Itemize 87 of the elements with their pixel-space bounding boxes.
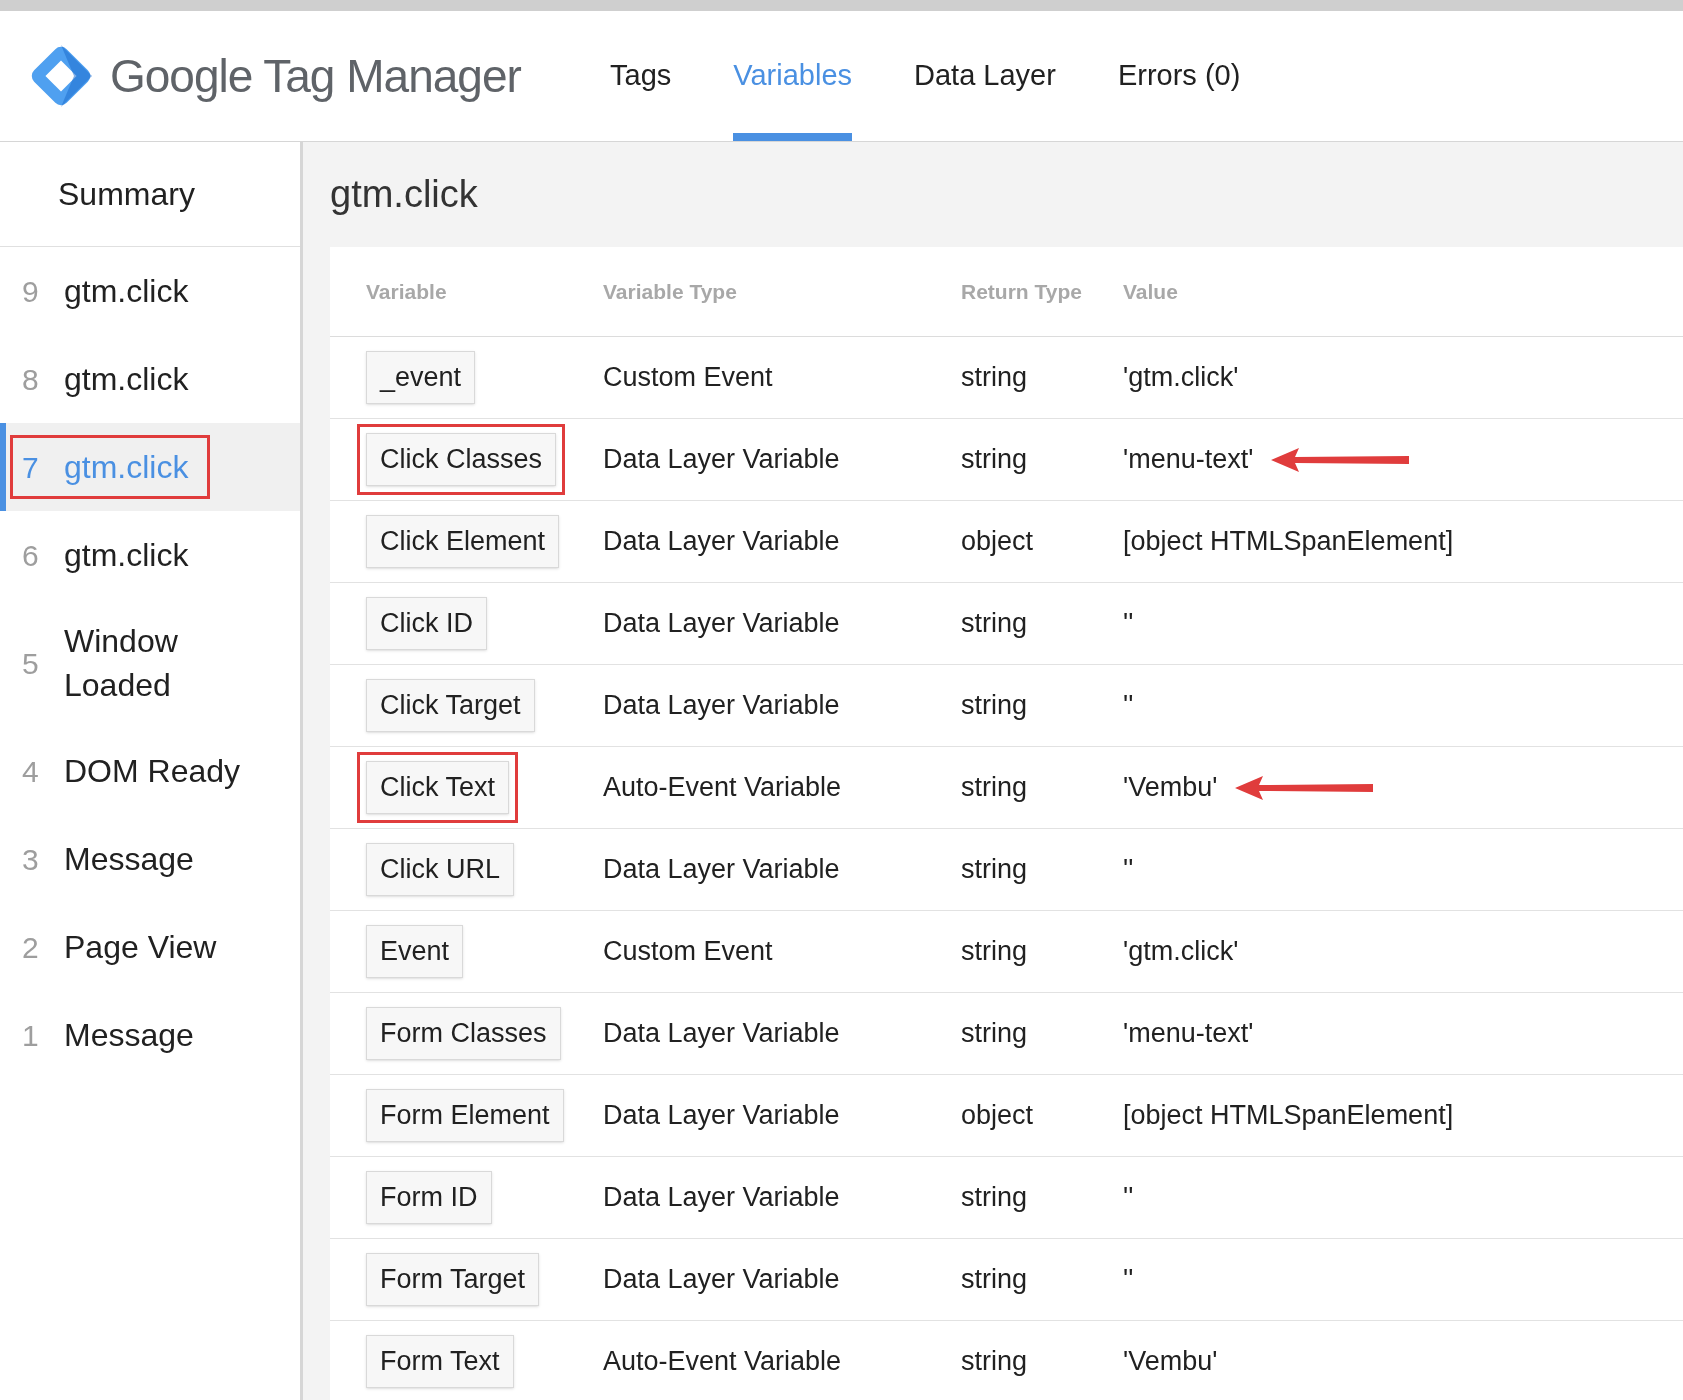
summary-item[interactable]: Summary [0, 142, 300, 247]
event-number: 3 [22, 841, 40, 878]
table-cell-text: Data Layer Variable [603, 607, 841, 641]
event-number: 2 [22, 929, 40, 966]
variable-chip: Click Classes [366, 433, 557, 486]
column-header: Return Type [961, 278, 1083, 305]
table-cell-text: string [961, 1181, 1029, 1215]
table-cell-text: Data Layer Variable [603, 689, 841, 723]
event-label: Window Loaded [64, 622, 179, 705]
table-cell-text: object [961, 525, 1035, 559]
event-label: DOM Ready [64, 752, 241, 791]
nav-tab[interactable]: Data Layer [914, 11, 1056, 141]
table-cell-text: Auto-Event Variable [603, 1345, 843, 1379]
event-number: 8 [22, 361, 40, 398]
event-item[interactable]: 2 Page View [0, 903, 300, 991]
variable-chip: Form Element [366, 1089, 564, 1142]
table-cell-text: Data Layer Variable [603, 1181, 841, 1215]
event-label: Page View [64, 928, 217, 967]
event-label: Message [64, 1016, 194, 1055]
table-cell-text: Custom Event [603, 935, 774, 969]
event-item[interactable]: 1 Message [0, 991, 300, 1079]
event-label: gtm.click [64, 360, 189, 399]
table-cell-text: '' [1123, 1263, 1134, 1297]
variable-chip: Form Target [366, 1253, 540, 1306]
event-number: 9 [22, 273, 40, 310]
nav-tab[interactable]: Errors (0) [1117, 11, 1241, 141]
column-header: Variable Type [603, 278, 738, 305]
variable-chip: Form Text [366, 1335, 514, 1388]
table-cell-text: string [961, 689, 1029, 723]
variable-chip: Click Target [366, 679, 535, 732]
table-cell-text: Custom Event [603, 361, 774, 395]
event-label: gtm.click [64, 272, 189, 311]
event-title: gtm.click [330, 172, 479, 217]
event-number: 7 [22, 449, 40, 486]
event-number: 4 [22, 753, 40, 790]
table-cell-text: string [961, 607, 1029, 641]
table-cell-text: string [961, 361, 1029, 395]
table-cell-text: Data Layer Variable [603, 853, 841, 887]
variable-chip: Event [366, 925, 464, 978]
table-cell-text: string [961, 1263, 1029, 1297]
variable-chip: Click URL [366, 843, 514, 896]
table-cell-text: Data Layer Variable [603, 443, 841, 477]
table-cell-text: '' [1123, 853, 1134, 887]
event-label: gtm.click [64, 536, 189, 575]
table-cell-text: 'gtm.click' [1123, 361, 1239, 395]
event-number: 6 [22, 537, 40, 574]
event-number: 1 [22, 1017, 40, 1054]
table-cell-text: Data Layer Variable [603, 1263, 841, 1297]
event-number: 5 [22, 645, 40, 682]
table-cell-text: string [961, 443, 1029, 477]
table-cell-text: 'Vembu' [1123, 771, 1218, 805]
table-cell-text: [object HTMLSpanElement] [1123, 1099, 1454, 1133]
table-cell-text: string [961, 1017, 1029, 1051]
event-item[interactable]: 9 gtm.click [0, 247, 300, 335]
table-cell-text: string [961, 771, 1029, 805]
event-label: Message [64, 840, 194, 879]
table-cell-text: string [961, 853, 1029, 887]
event-item[interactable]: 6 gtm.click [0, 511, 300, 599]
table-cell-text: Auto-Event Variable [603, 771, 843, 805]
variable-chip: Form ID [366, 1171, 492, 1224]
table-cell-text: 'menu-text' [1123, 1017, 1254, 1051]
event-item[interactable]: 4 DOM Ready [0, 727, 300, 815]
variable-chip: Click Element [366, 515, 560, 568]
variable-chip: Click Text [366, 761, 510, 814]
table-cell-text: Data Layer Variable [603, 1017, 841, 1051]
event-label: gtm.click [64, 448, 189, 487]
table-cell-text: 'gtm.click' [1123, 935, 1239, 969]
product-name: Google Tag Manager [110, 48, 521, 104]
event-item[interactable]: 3 Message [0, 815, 300, 903]
table-cell-text: 'menu-text' [1123, 443, 1254, 477]
table-cell-text: Data Layer Variable [603, 1099, 841, 1133]
variable-chip: Click ID [366, 597, 487, 650]
table-cell-text: '' [1123, 689, 1134, 723]
table-cell-text: '' [1123, 1181, 1134, 1215]
table-cell-text: string [961, 1345, 1029, 1379]
column-header: Variable [365, 278, 448, 305]
table-cell-text: [object HTMLSpanElement] [1123, 525, 1454, 559]
variable-chip: _event [366, 351, 476, 404]
nav-tab[interactable]: Tags [610, 11, 672, 141]
table-cell-text: string [961, 935, 1029, 969]
column-header: Value [1123, 278, 1179, 305]
table-cell-text: 'Vembu' [1123, 1345, 1218, 1379]
table-cell-text: Data Layer Variable [603, 525, 841, 559]
table-cell-text: object [961, 1099, 1035, 1133]
variable-chip: Form Classes [366, 1007, 561, 1060]
table-cell-text: '' [1123, 607, 1134, 641]
event-item[interactable]: 8 gtm.click [0, 335, 300, 423]
